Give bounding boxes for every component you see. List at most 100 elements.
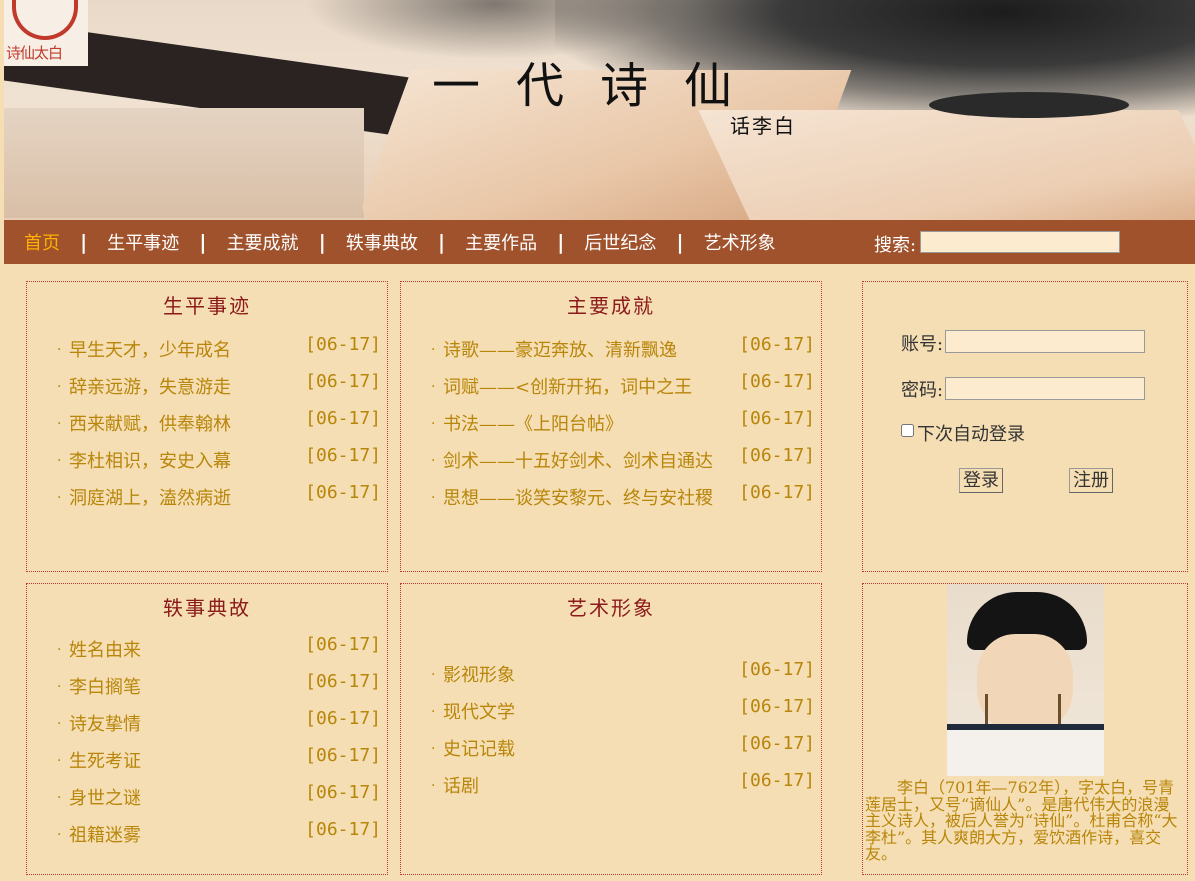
item-title[interactable]: 身世之谜 [69,780,141,817]
item-title[interactable]: 影视形象 [443,657,515,694]
item-title[interactable]: 李白搁笔 [69,669,141,706]
nav-item-legacy[interactable]: 后世纪念 [584,229,656,255]
item-date: [06-17] [305,708,381,729]
item-title[interactable]: 姓名由来 [69,632,141,669]
item-date: [06-17] [305,445,381,466]
item-title[interactable]: 辞亲远游，失意游走 [69,369,231,406]
logo-text: 诗仙太白 [6,44,63,62]
nav-separator: | [318,230,326,254]
item-date: [06-17] [305,782,381,803]
logo-brush-icon [12,0,78,40]
panel-anecdotes: 轶事典故 · 姓名由来 [06-17] · 李白搁笔 [06-17] · 诗友挚情 [06-… [26,583,388,875]
bullet-icon: · [431,416,436,432]
panel-art: 艺术形象 · 影视形象 [06-17] · 现代文学 [06-17] · 史记记载 [06-… [400,583,822,875]
item-title[interactable]: 史记记载 [443,731,515,768]
item-title[interactable]: 生死考证 [69,743,141,780]
item-date: [06-17] [305,482,381,503]
item-title[interactable]: 剑术——十五好剑术、剑术自通达 [443,443,713,480]
item-date: [06-17] [739,696,815,717]
login-button[interactable]: 登录 [959,468,1003,493]
nav-item-anecdotes[interactable]: 轶事典故 [346,229,418,255]
banner-inkstone [929,92,1129,118]
item-date: [06-17] [739,733,815,754]
bullet-icon: · [431,741,436,757]
item-title[interactable]: 李杜相识，安史入幕 [69,443,231,480]
item-date: [06-17] [739,445,815,466]
nav-list: 首页 | 生平事迹 | 主要成就 | 轶事典故 | 主要作品 | 后世纪念 | … [24,220,776,264]
bio-panel: 李白（701年—762年），字太白，号青莲居士，又号“谪仙人”。是唐代伟大的浪漫… [862,583,1188,875]
panel-life: 生平事迹 · 早生天才，少年成名 [06-17] · 辞亲远游，失意游走 [06-17]… [26,281,388,572]
bullet-icon: · [431,778,436,794]
bullet-icon: · [431,342,436,358]
site-logo[interactable]: 诗仙太白 [4,0,88,66]
main-navbar: 首页 | 生平事迹 | 主要成就 | 轶事典故 | 主要作品 | 后世纪念 | … [4,220,1195,264]
bullet-icon: · [57,716,62,732]
art-list: · 影视形象 [06-17] · 现代文学 [06-17] · 史记记载 [06-17] ·… [401,657,821,805]
anecdotes-list: · 姓名由来 [06-17] · 李白搁笔 [06-17] · 诗友挚情 [06-17] ·… [27,632,387,854]
portrait-robe [947,724,1104,776]
item-date: [06-17] [739,770,815,791]
bullet-icon: · [57,642,62,658]
item-title[interactable]: 诗歌——豪迈奔放、清新飘逸 [443,332,677,369]
bullet-icon: · [57,416,62,432]
nav-item-home[interactable]: 首页 [24,229,60,255]
login-panel: 账号: 密码: 下次自动登录 登录 注册 [862,281,1188,572]
bullet-icon: · [431,379,436,395]
panel-achievements: 主要成就 · 诗歌——豪迈奔放、清新飘逸 [06-17] · 词赋——<创新开拓，词中… [400,281,822,572]
item-date: [06-17] [739,408,815,429]
bullet-icon: · [431,453,436,469]
bullet-icon: · [431,490,436,506]
panel-title: 生平事迹 [163,294,251,318]
item-title[interactable]: 洞庭湖上，溘然病逝 [69,480,231,517]
nav-separator: | [199,230,207,254]
item-title[interactable]: 早生天才，少年成名 [69,332,231,369]
search-input[interactable] [920,231,1120,253]
nav-item-works[interactable]: 主要作品 [465,229,537,255]
account-label: 账号: [901,334,944,355]
password-input[interactable] [945,377,1145,400]
item-title[interactable]: 话剧 [443,768,479,805]
item-date: [06-17] [305,371,381,392]
list-item[interactable]: · 思想——谈笑安黎元、终与安社稷 [06-17] [401,480,821,517]
item-date: [06-17] [739,659,815,680]
bullet-icon: · [57,679,62,695]
password-label: 密码: [901,380,944,401]
li-bai-portrait-image [947,584,1104,776]
banner-paper-shape [4,108,364,218]
list-item[interactable]: · 祖籍迷雾 [06-17] [27,817,387,854]
bullet-icon: · [57,753,62,769]
remember-label: 下次自动登录 [917,424,1025,445]
nav-item-art[interactable]: 艺术形象 [704,229,776,255]
item-date: [06-17] [739,334,815,355]
remember-checkbox[interactable] [901,424,914,437]
item-date: [06-17] [305,334,381,355]
bullet-icon: · [431,667,436,683]
nav-separator: | [676,230,684,254]
item-title[interactable]: 书法——《上阳台帖》 [443,406,623,443]
header-banner: 一代诗仙 话李白 [4,0,1195,220]
site-subtitle: 话李白 [730,114,796,138]
achievements-list: · 诗歌——豪迈奔放、清新飘逸 [06-17] · 词赋——<创新开拓，词中之王 [06… [401,332,821,517]
account-input[interactable] [945,330,1145,353]
bullet-icon: · [431,704,436,720]
item-date: [06-17] [305,634,381,655]
list-item[interactable]: · 话剧 [06-17] [401,768,821,805]
item-title[interactable]: 词赋——<创新开拓，词中之王 [443,369,692,406]
item-title[interactable]: 诗友挚情 [69,706,141,743]
bullet-icon: · [57,827,62,843]
register-button[interactable]: 注册 [1069,468,1113,493]
nav-item-achievements[interactable]: 主要成就 [227,229,299,255]
bullet-icon: · [57,490,62,506]
item-title[interactable]: 思想——谈笑安黎元、终与安社稷 [443,480,713,517]
item-date: [06-17] [305,408,381,429]
item-title[interactable]: 西来献赋，供奉翰林 [69,406,231,443]
panel-title: 轶事典故 [163,596,251,620]
nav-separator: | [557,230,565,254]
item-date: [06-17] [305,819,381,840]
list-item[interactable]: · 洞庭湖上，溘然病逝 [06-17] [27,480,387,517]
bullet-icon: · [57,790,62,806]
item-title[interactable]: 祖籍迷雾 [69,817,141,854]
nav-item-life[interactable]: 生平事迹 [107,229,179,255]
item-title[interactable]: 现代文学 [443,694,515,731]
bio-text: 李白（701年—762年），字太白，号青莲居士，又号“谪仙人”。是唐代伟大的浪漫… [865,778,1178,863]
